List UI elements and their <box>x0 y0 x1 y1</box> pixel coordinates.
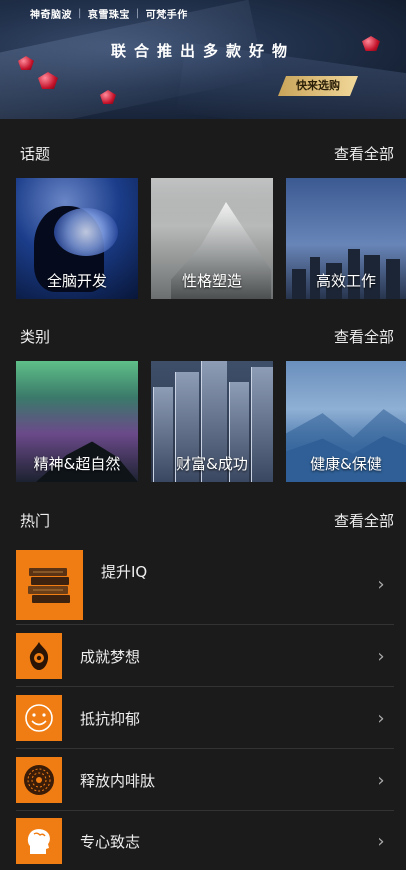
hot-item-label: 专心致志 <box>80 832 141 851</box>
brand-name: 神奇脑波 <box>30 10 72 21</box>
brain-glow <box>54 208 118 256</box>
section-title: 热门 <box>20 511 51 530</box>
card-label: 财富&成功 <box>176 455 248 473</box>
brand-name: 可梵手作 <box>145 10 188 21</box>
category-card-spiritual[interactable]: 精神&超自然 <box>16 361 138 482</box>
hot-header: 热门 查看全部 <box>20 508 394 532</box>
brand-name: 哀雪珠宝 <box>87 10 130 21</box>
card-label: 健康&保健 <box>310 455 382 473</box>
hot-item-iq[interactable]: 提升IQ › <box>16 545 394 625</box>
banner-title: 联合推出多款好物 <box>110 42 295 60</box>
card-label: 精神&超自然 <box>33 455 121 473</box>
section-title: 话题 <box>20 144 51 163</box>
view-all-hot-link[interactable]: 查看全部 <box>334 510 394 531</box>
hot-item-endorphin[interactable]: 释放内啡肽 › <box>16 750 394 811</box>
brand-separator: | <box>135 8 140 19</box>
hot-item-label: 提升IQ <box>101 563 148 581</box>
card-label: 全脑开发 <box>46 272 107 290</box>
view-all-categories-link[interactable]: 查看全部 <box>334 326 394 347</box>
card-label: 性格塑造 <box>181 272 242 290</box>
books-icon <box>16 549 83 620</box>
category-card-health[interactable]: 健康&保健 <box>286 361 406 482</box>
section-title: 类别 <box>20 327 51 346</box>
card-label: 高效工作 <box>315 272 376 290</box>
topic-card-brain[interactable]: 全脑开发 <box>16 178 138 299</box>
smile-icon <box>16 695 62 741</box>
banner-brands: 神奇脑波 | 哀雪珠宝 | 可梵手作 <box>30 6 188 21</box>
topics-header: 话题 查看全部 <box>20 141 394 165</box>
pattern-icon <box>16 757 62 803</box>
category-card-wealth[interactable]: 财富&成功 <box>151 361 273 482</box>
chevron-right-icon: › <box>377 769 385 791</box>
hot-item-focus[interactable]: 专心致志 › <box>16 812 394 870</box>
view-all-topics-link[interactable]: 查看全部 <box>334 143 394 164</box>
hot-item-dream[interactable]: 成就梦想 › <box>16 626 394 687</box>
promo-banner[interactable]: 神奇脑波 | 哀雪珠宝 | 可梵手作 联合推出多款好物 快来选购 <box>0 0 406 119</box>
chevron-right-icon: › <box>377 830 385 852</box>
fire-icon <box>16 633 62 679</box>
chevron-right-icon: › <box>377 707 385 729</box>
fog <box>151 178 273 228</box>
hot-item-depression[interactable]: 抵抗抑郁 › <box>16 688 394 749</box>
head-icon <box>16 818 62 864</box>
hot-item-label: 成就梦想 <box>80 647 141 666</box>
topic-card-work[interactable]: 高效工作 <box>286 178 406 299</box>
chevron-right-icon: › <box>377 645 385 667</box>
chevron-right-icon: › <box>377 574 385 595</box>
shop-now-button[interactable]: 快来选购 <box>278 76 358 96</box>
hot-item-label: 释放内啡肽 <box>80 771 156 790</box>
brand-separator: | <box>78 8 82 19</box>
categories-header: 类别 查看全部 <box>20 324 394 348</box>
hot-item-label: 抵抗抑郁 <box>80 709 141 728</box>
topic-card-personality[interactable]: 性格塑造 <box>151 178 273 299</box>
